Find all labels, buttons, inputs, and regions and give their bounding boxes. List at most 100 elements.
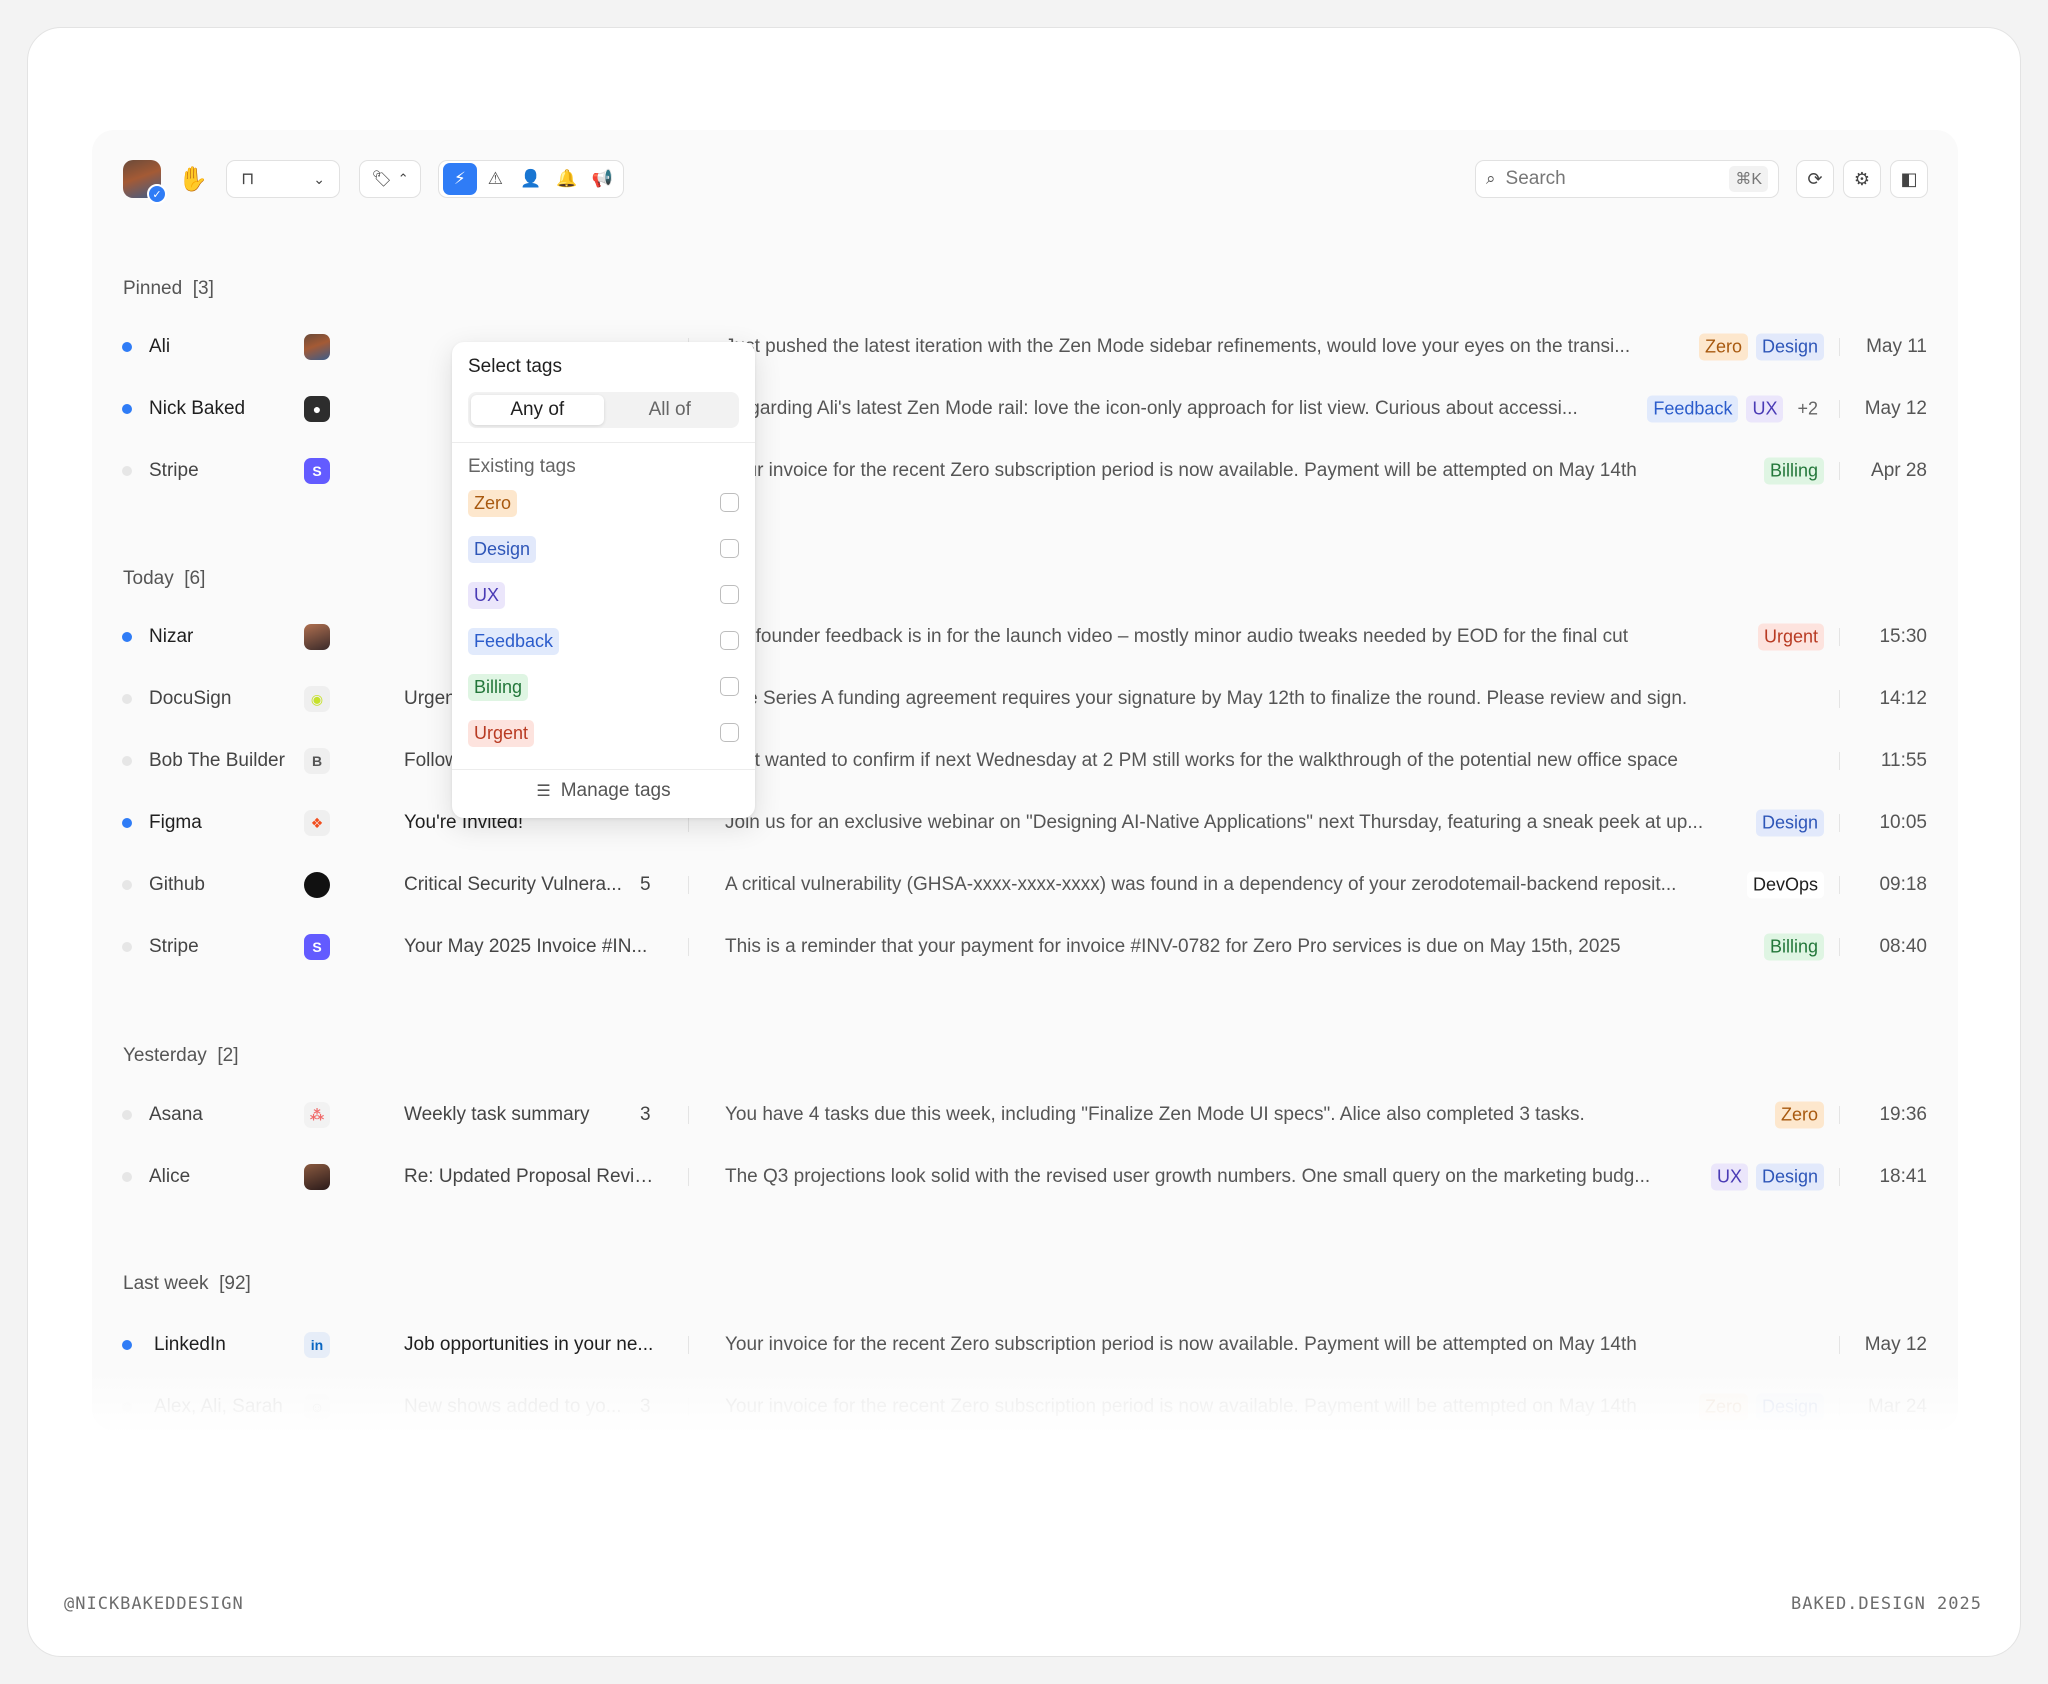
tag-zero: Zero	[468, 490, 518, 517]
tag-ux[interactable]: UX	[1710, 1163, 1748, 1191]
tag-ux[interactable]: UX	[1746, 395, 1784, 423]
subject: Critical Security Vulnera...	[404, 874, 622, 895]
received-time: 14:12	[1879, 688, 1927, 709]
mail-row[interactable]: Asana ⁂ Weekly task summary 3 You have 4 tas…	[92, 1084, 1958, 1146]
mail-row[interactable]: Stripe S Your invoice for the recent Zero …	[92, 440, 1958, 502]
tag-design[interactable]: Design	[1755, 1393, 1824, 1421]
github-icon	[304, 872, 330, 898]
tag-zero[interactable]: Zero	[1774, 1101, 1824, 1129]
unread-indicator	[122, 342, 132, 352]
column-divider	[1839, 628, 1840, 646]
tag-checkbox[interactable]	[720, 585, 739, 604]
tag-checkbox[interactable]	[720, 631, 739, 650]
tag-checkbox[interactable]	[720, 677, 739, 696]
mail-row[interactable]: Github Critical Security Vulnera... 5 A cri…	[92, 854, 1958, 916]
tag-checkbox[interactable]	[720, 539, 739, 558]
column-divider	[1839, 876, 1840, 894]
tag-filter-toggle[interactable]: 🏷 ⌃	[359, 160, 421, 198]
mail-row[interactable]: Nick Baked ● Regarding Ali's latest Zen Mo…	[92, 378, 1958, 440]
warning-icon[interactable]: ⚠	[478, 163, 512, 195]
mail-row[interactable]: DocuSign◉Urgent: Contract needs...2The S…	[92, 668, 1958, 730]
tag-urgent[interactable]: Urgent	[1757, 623, 1824, 651]
bell-icon[interactable]: 🔔	[550, 163, 584, 195]
stripe-icon: S	[304, 934, 330, 960]
mail-row[interactable]: LinkedIn in Job opportunities in your ne..…	[92, 1314, 1958, 1376]
mail-row[interactable]: Alice Re: Updated Proposal Review The Q3 p…	[92, 1146, 1958, 1208]
tag-billing: Billing	[468, 674, 529, 701]
tag-zero[interactable]: Zero	[1698, 333, 1748, 361]
search-icon: ⌕	[1486, 169, 1496, 188]
sidebar-toggle-button[interactable]: ◧	[1890, 160, 1928, 198]
tag-design[interactable]: Design	[1755, 809, 1824, 837]
tag-list: Zero	[1774, 1101, 1824, 1129]
unread-indicator	[122, 818, 132, 828]
tag-list: Design	[1755, 809, 1824, 837]
inbox-selector[interactable]: ⊓ ⌄	[226, 160, 340, 198]
section-today: Today [6]	[123, 568, 205, 590]
tag-billing[interactable]: Billing	[1763, 457, 1824, 485]
tag-zero[interactable]: Zero	[1698, 1393, 1748, 1421]
chevron-up-icon: ⌃	[397, 171, 409, 186]
tag-design[interactable]: Design	[1755, 1163, 1824, 1191]
subject: Job opportunities in your ne...	[404, 1334, 654, 1355]
all-of-option[interactable]: All of	[604, 395, 737, 425]
existing-tags-label: Existing tags	[468, 456, 576, 477]
sliders-icon: ☰	[536, 783, 551, 800]
refresh-button[interactable]: ⟳	[1796, 160, 1834, 198]
avatar	[304, 1164, 330, 1190]
asana-icon: ⁂	[304, 1102, 330, 1128]
tag-design[interactable]: Design	[1755, 333, 1824, 361]
sender-name: Figma	[149, 812, 202, 833]
tag-feedback: Feedback	[468, 628, 560, 655]
read-indicator	[122, 880, 132, 890]
received-time: Mar 24	[1867, 1396, 1927, 1417]
tag-checkbox[interactable]	[720, 493, 739, 512]
read-indicator	[122, 694, 132, 704]
tag-billing[interactable]: Billing	[1763, 933, 1824, 961]
more-tags-badge[interactable]: +2	[1791, 396, 1824, 423]
mail-row[interactable]: Stripe S Your May 2025 Invoice #IN... This …	[92, 916, 1958, 978]
mail-row[interactable]: Alex, Ali, Sarah ☺ New shows added to yo..…	[92, 1376, 1958, 1430]
message-preview: Your invoice for the recent Zero subscri…	[725, 460, 1637, 481]
tag-option-feedback[interactable]: Feedback	[468, 626, 739, 656]
hand-wave-icon[interactable]: ✋	[174, 160, 212, 198]
any-of-option[interactable]: Any of	[471, 395, 604, 425]
person-icon[interactable]: 👤	[514, 163, 548, 195]
mail-row[interactable]: Figma ❖ You're Invited! Join us for an excl…	[92, 792, 1958, 854]
tag-option-ux[interactable]: UX	[468, 580, 739, 610]
message-preview: Your invoice for the recent Zero subscri…	[725, 1334, 1637, 1355]
divider	[452, 442, 755, 443]
search-box[interactable]: ⌕ ⌘K	[1475, 160, 1779, 198]
received-time: 10:05	[1879, 812, 1927, 833]
megaphone-icon[interactable]: 📢	[585, 163, 619, 195]
read-indicator	[122, 466, 132, 476]
mail-row[interactable]: Nizar Co-founder feedback is in for the l…	[92, 606, 1958, 668]
search-input[interactable]	[1505, 168, 1706, 190]
manage-tags-button[interactable]: ☰ Manage tags	[452, 780, 755, 802]
tag-option-billing[interactable]: Billing	[468, 672, 739, 702]
subject: Your May 2025 Invoice #IN...	[404, 936, 648, 957]
section-last-week: Last week [92]	[123, 1273, 251, 1295]
mail-row[interactable]: Bob The BuilderBFollowing Up: New Office…	[92, 730, 1958, 792]
lightning-icon[interactable]: ⚡	[442, 163, 477, 195]
section-label: Last week	[123, 1273, 209, 1294]
tag-list: DevOps	[1746, 871, 1824, 899]
tag-feedback[interactable]: Feedback	[1647, 395, 1739, 423]
message-preview: The Series A funding agreement requires …	[725, 688, 1688, 709]
tag-devops[interactable]: DevOps	[1746, 871, 1824, 899]
footer-credit: @NICKBAKEDDESIGN	[64, 1594, 244, 1614]
column-divider	[1839, 938, 1840, 956]
received-time: 11:55	[1880, 750, 1927, 771]
mail-row[interactable]: Ali Just pushed the latest iteration with…	[92, 316, 1958, 378]
tag-option-zero[interactable]: Zero	[468, 488, 739, 518]
column-divider	[1839, 1398, 1840, 1416]
tag-option-design[interactable]: Design	[468, 534, 739, 564]
settings-button[interactable]: ⚙	[1843, 160, 1881, 198]
tag-option-urgent[interactable]: Urgent	[468, 718, 739, 748]
tag-checkbox[interactable]	[720, 723, 739, 742]
account-avatar[interactable]: ✓	[123, 160, 167, 204]
tag-design: Design	[468, 536, 537, 563]
column-divider	[1839, 462, 1840, 480]
received-time: 09:18	[1879, 874, 1927, 895]
read-indicator	[122, 1110, 132, 1120]
